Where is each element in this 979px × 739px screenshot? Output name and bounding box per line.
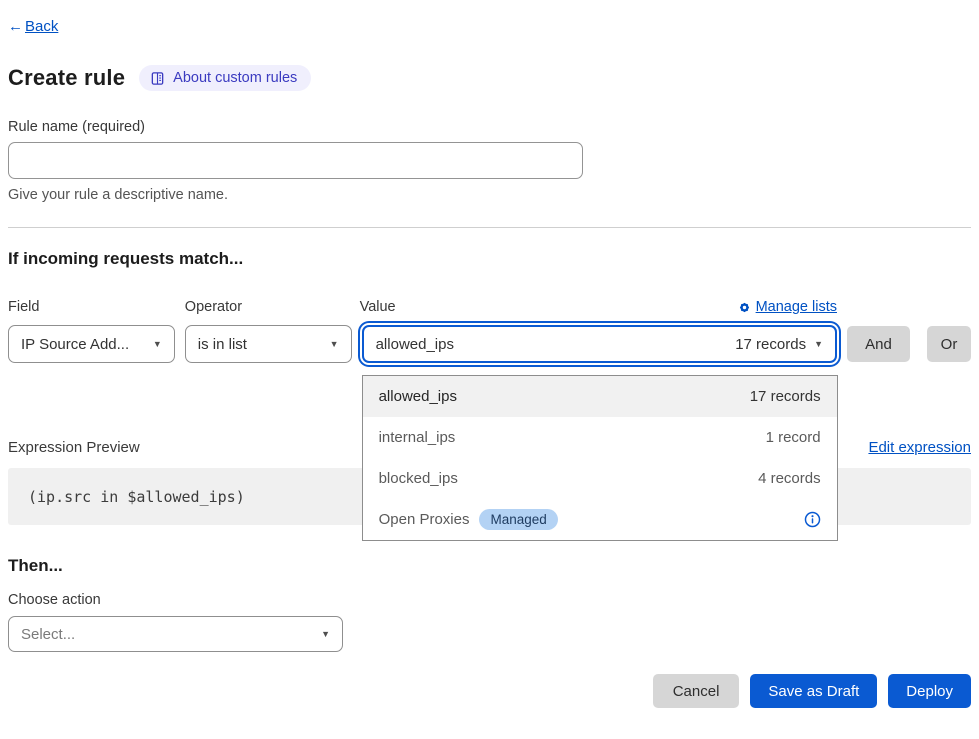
gear-icon <box>738 301 751 314</box>
then-section-heading: Then... <box>8 556 971 576</box>
field-column: Field IP Source Add... ▼ <box>8 297 175 363</box>
book-icon <box>150 71 165 86</box>
match-section-heading: If incoming requests match... <box>8 249 971 269</box>
dropdown-item-open-proxies[interactable]: Open Proxies Managed <box>363 499 837 540</box>
list-name: Open Proxies <box>379 511 470 528</box>
create-rule-page: ←Back Create rule About custom rules Rul… <box>0 0 979 708</box>
back-row: ←Back <box>8 18 971 35</box>
chevron-down-icon: ▼ <box>153 339 162 349</box>
dropdown-item-internal-ips[interactable]: internal_ips 1 record <box>363 417 837 458</box>
back-link[interactable]: ←Back <box>8 18 58 35</box>
info-icon[interactable] <box>804 511 821 528</box>
value-select[interactable]: allowed_ips 17 records ▼ <box>362 325 837 363</box>
and-button[interactable]: And <box>847 326 910 362</box>
value-select-name: allowed_ips <box>376 336 454 353</box>
list-record-count: 17 records <box>750 388 821 405</box>
title-row: Create rule About custom rules <box>8 65 971 91</box>
about-custom-rules-badge[interactable]: About custom rules <box>139 65 311 91</box>
about-badge-label: About custom rules <box>173 70 297 86</box>
operator-select-value: is in list <box>198 336 247 353</box>
chevron-down-icon: ▼ <box>321 629 330 639</box>
or-button[interactable]: Or <box>927 326 971 362</box>
operator-column: Operator is in list ▼ <box>185 297 352 363</box>
list-name: internal_ips <box>379 429 456 446</box>
save-as-draft-button[interactable]: Save as Draft <box>750 674 877 708</box>
field-select[interactable]: IP Source Add... ▼ <box>8 325 175 363</box>
match-row: Field IP Source Add... ▼ Operator is in … <box>8 297 971 363</box>
chevron-down-icon: ▼ <box>330 339 339 349</box>
footer-actions: Cancel Save as Draft Deploy <box>8 674 971 708</box>
action-select-placeholder: Select... <box>21 626 75 643</box>
manage-lists-link[interactable]: Manage lists <box>738 299 837 315</box>
deploy-button[interactable]: Deploy <box>888 674 971 708</box>
list-dropdown: allowed_ips 17 records internal_ips 1 re… <box>362 375 838 541</box>
back-label: Back <box>25 18 58 35</box>
page-title: Create rule <box>8 65 125 91</box>
expression-code: (ip.src in $allowed_ips) <box>28 488 245 506</box>
dropdown-item-allowed-ips[interactable]: allowed_ips 17 records <box>363 376 837 417</box>
list-record-count: 1 record <box>766 429 821 446</box>
edit-expression-link[interactable]: Edit expression <box>868 439 971 456</box>
field-select-value: IP Source Add... <box>21 336 129 353</box>
dropdown-item-blocked-ips[interactable]: blocked_ips 4 records <box>363 458 837 499</box>
list-name: blocked_ips <box>379 470 458 487</box>
list-name: allowed_ips <box>379 388 457 405</box>
chevron-down-icon: ▼ <box>814 339 823 349</box>
expression-preview-label: Expression Preview <box>8 439 140 456</box>
rule-name-input[interactable] <box>8 142 583 179</box>
rule-name-help: Give your rule a descriptive name. <box>8 187 971 203</box>
field-label: Field <box>8 299 39 315</box>
rule-name-label: Rule name (required) <box>8 119 971 135</box>
conjunction-buttons: And Or <box>847 297 971 363</box>
rule-name-block: Rule name (required) Give your rule a de… <box>8 119 971 203</box>
action-select[interactable]: Select... ▼ <box>8 616 343 652</box>
list-record-count: 4 records <box>758 470 821 487</box>
manage-lists-label: Manage lists <box>756 299 837 315</box>
value-select-meta: 17 records <box>735 336 806 353</box>
cancel-button[interactable]: Cancel <box>653 674 740 708</box>
section-divider <box>8 227 971 228</box>
managed-badge: Managed <box>479 509 557 530</box>
operator-select[interactable]: is in list ▼ <box>185 325 352 363</box>
value-column: Value Manage lists allowed_ips 17 record… <box>360 297 839 363</box>
back-arrow-icon: ← <box>8 18 23 35</box>
value-label: Value <box>360 299 396 315</box>
operator-label: Operator <box>185 299 242 315</box>
choose-action-label: Choose action <box>8 592 971 608</box>
